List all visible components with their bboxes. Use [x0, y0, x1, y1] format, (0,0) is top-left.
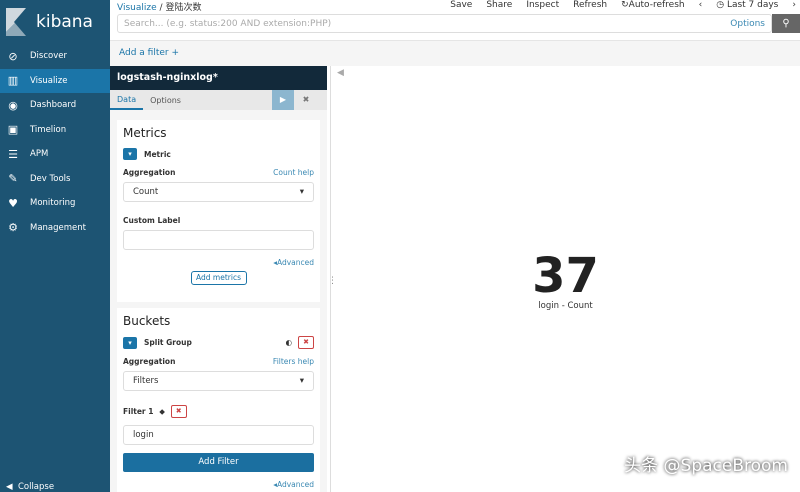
search-input[interactable]: Search... (e.g. status:200 AND extension… — [117, 14, 772, 33]
buckets-section: Buckets ▾ Split Group ◐ ✖ Aggregation Filter… — [117, 308, 320, 492]
add-filter-button[interactable]: Add Filter — [123, 453, 314, 472]
apply-button[interactable]: ▶ — [272, 90, 294, 110]
add-metrics-button[interactable]: Add metrics — [190, 271, 247, 285]
clock-icon: ◷ — [716, 0, 727, 10]
chevron-down-icon[interactable]: ▾ — [123, 336, 137, 349]
advanced-toggle[interactable]: ◂Advanced — [123, 258, 314, 267]
collapse-icon: ◀ — [6, 482, 18, 492]
remove-filter-button[interactable]: ✖ — [170, 405, 187, 418]
discard-button[interactable]: ✖ — [296, 90, 316, 110]
metric-agg-header[interactable]: ▾ Metric — [123, 148, 314, 160]
sidebar-item-monitoring[interactable]: ♥ Monitoring — [0, 191, 110, 216]
caret-down-icon: ▾ — [299, 376, 304, 386]
time-picker[interactable]: ◷ Last 7 days — [716, 0, 778, 10]
share-button[interactable]: Share — [486, 0, 512, 10]
custom-label-input[interactable] — [123, 230, 314, 250]
search-icon: ⚲ — [782, 18, 790, 29]
play-icon: ▶ — [279, 95, 287, 104]
sidebar: kibana ⊘ Discover ▥ Visualize ◉ Dashboard ▣… — [0, 0, 110, 492]
collapse-panel-icon[interactable]: ◀ — [337, 68, 344, 78]
top-menu: Save Share Inspect Refresh ↻Auto-refresh… — [450, 0, 796, 10]
bar-chart-icon: ▥ — [7, 74, 19, 88]
editor-tabs: Data Options ▶ ✖ — [110, 90, 327, 110]
advanced-toggle[interactable]: ◂Advanced — [123, 480, 314, 489]
add-filter-link[interactable]: Add a filter + — [119, 48, 179, 58]
wrench-icon: ✎ — [8, 172, 18, 186]
sidebar-item-dev-tools[interactable]: ✎ Dev Tools — [0, 167, 110, 192]
gear-icon: ⚙ — [8, 221, 18, 235]
kibana-logo[interactable]: kibana — [0, 0, 110, 44]
tag-icon[interactable]: ⬥ — [159, 407, 164, 417]
count-help-link[interactable]: Count help — [273, 168, 314, 177]
bucket-aggregation-select[interactable]: Filters ▾ — [123, 371, 314, 391]
refresh-button[interactable]: Refresh — [573, 0, 607, 10]
visualization-area: ◀ ⋮ 37 login - Count — [328, 66, 800, 492]
dashboard-icon: ◉ — [8, 98, 18, 112]
save-button[interactable]: Save — [450, 0, 472, 10]
kibana-logo-icon — [6, 8, 26, 36]
sidebar-item-apm[interactable]: ☰ APM — [0, 142, 110, 167]
shield-icon: ▣ — [7, 123, 19, 137]
caret-down-icon: ▾ — [299, 187, 304, 197]
remove-bucket-button[interactable]: ✖ — [298, 336, 314, 349]
filters-help-link[interactable]: Filters help — [273, 357, 314, 366]
chevron-down-icon[interactable]: ▾ — [123, 148, 137, 160]
time-prev-button[interactable]: ‹ — [699, 0, 703, 10]
tab-options[interactable]: Options — [143, 92, 188, 109]
metric-value: 37 — [532, 248, 599, 304]
inspect-button[interactable]: Inspect — [526, 0, 559, 10]
options-button[interactable]: Options — [730, 19, 765, 29]
breadcrumb: Visualize / 登陆次数 — [117, 3, 202, 13]
filter-bar: Add a filter + — [110, 40, 800, 66]
bucket-agg-header[interactable]: ▾ Split Group ◐ ✖ — [123, 336, 314, 349]
metric-aggregation-select[interactable]: Count ▾ — [123, 182, 314, 202]
search-button[interactable]: ⚲ — [772, 14, 800, 33]
metrics-section: Metrics ▾ Metric Aggregation Count help Co… — [117, 120, 320, 302]
editor-panel: logstash-nginxlog* Data Options ▶ ✖ Metr… — [110, 66, 327, 492]
sidebar-item-visualize[interactable]: ▥ Visualize — [0, 68, 110, 93]
metric-visualization: 37 login - Count — [331, 251, 800, 311]
collapse-button[interactable]: ◀ Collapse — [6, 482, 54, 492]
sidebar-item-management[interactable]: ⚙ Management — [0, 216, 110, 241]
tab-data[interactable]: Data — [110, 91, 144, 110]
auto-refresh-button[interactable]: ↻Auto-refresh — [621, 0, 685, 10]
compass-icon: ⊘ — [8, 49, 18, 63]
time-next-button[interactable]: › — [792, 0, 796, 10]
sidebar-item-timelion[interactable]: ▣ Timelion — [0, 118, 110, 143]
sidebar-item-discover[interactable]: ⊘ Discover — [0, 44, 110, 69]
heartbeat-icon: ♥ — [8, 196, 18, 210]
filter-1-input[interactable]: login — [123, 425, 314, 445]
close-icon: ✖ — [302, 95, 310, 104]
breadcrumb-visualize[interactable]: Visualize — [117, 3, 157, 13]
refresh-icon: ↻ — [621, 0, 629, 10]
index-pattern-title: logstash-nginxlog* — [110, 66, 327, 90]
toggle-icon[interactable]: ◐ — [285, 338, 292, 347]
sidebar-item-dashboard[interactable]: ◉ Dashboard — [0, 93, 110, 118]
watermark: 头条 @SpaceBroom — [624, 456, 788, 476]
breadcrumb-current: 登陆次数 — [165, 3, 202, 13]
metric-label: login - Count — [538, 301, 593, 311]
apm-icon: ☰ — [8, 147, 18, 161]
top-bar: Visualize / 登陆次数 Save Share Inspect Refr… — [110, 0, 800, 40]
